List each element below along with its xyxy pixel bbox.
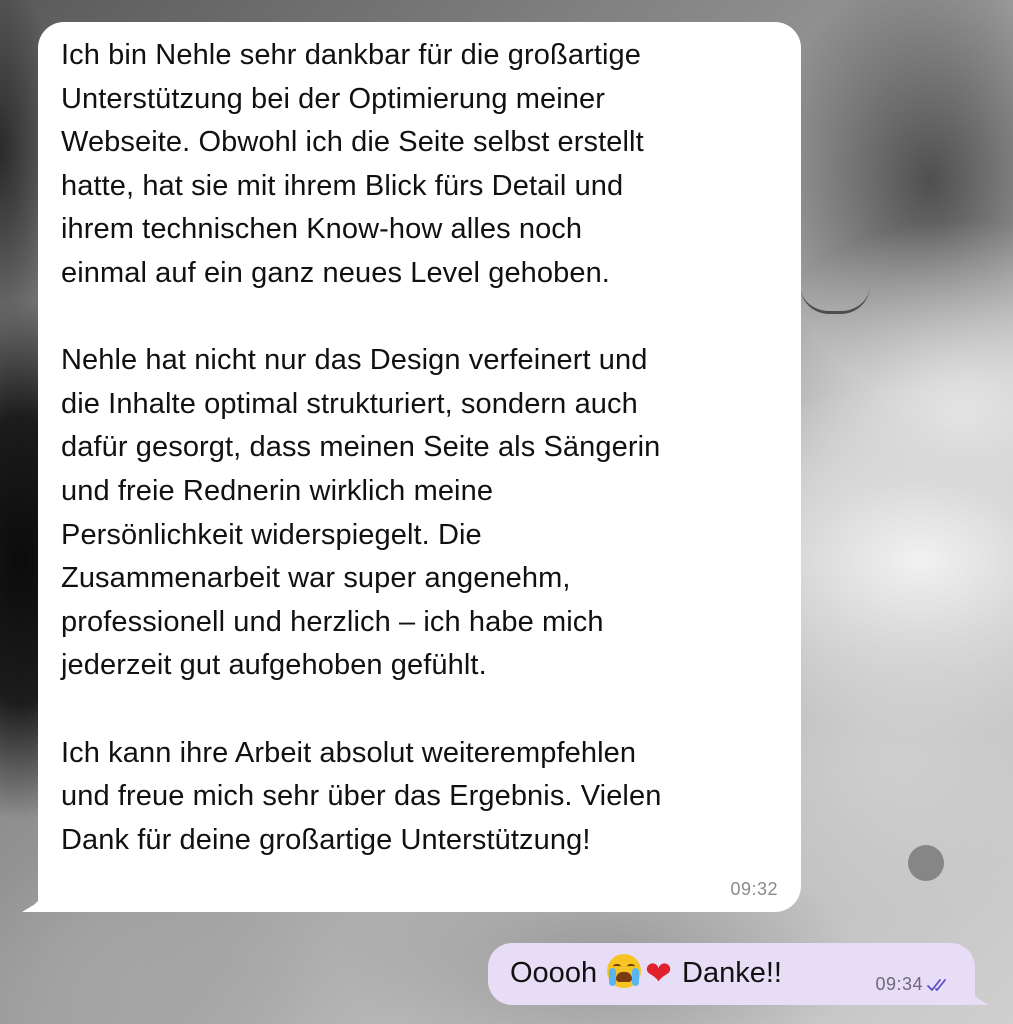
- sent-message-time: 09:34: [875, 974, 923, 994]
- red-heart-emoji: ❤: [645, 954, 672, 992]
- loudly-crying-face-emoji: [607, 954, 642, 988]
- sent-message-meta: 09:34: [875, 974, 953, 995]
- wallpaper-detail: [908, 845, 944, 881]
- sent-message-text: Ooooh ❤ Danke!!: [510, 953, 782, 993]
- sent-message-text-end: Danke!!: [682, 957, 782, 989]
- received-message-bubble[interactable]: Ich bin Nehle sehr dankbar für die großa…: [22, 22, 801, 912]
- received-message-text: Ich bin Nehle sehr dankbar für die großa…: [61, 39, 662, 856]
- received-message-time: 09:32: [730, 879, 778, 899]
- sent-message-bubble[interactable]: Ooooh ❤ Danke!! 09:34: [488, 943, 989, 1005]
- sent-message-text-start: Ooooh: [510, 957, 598, 989]
- double-check-icon: [927, 977, 953, 993]
